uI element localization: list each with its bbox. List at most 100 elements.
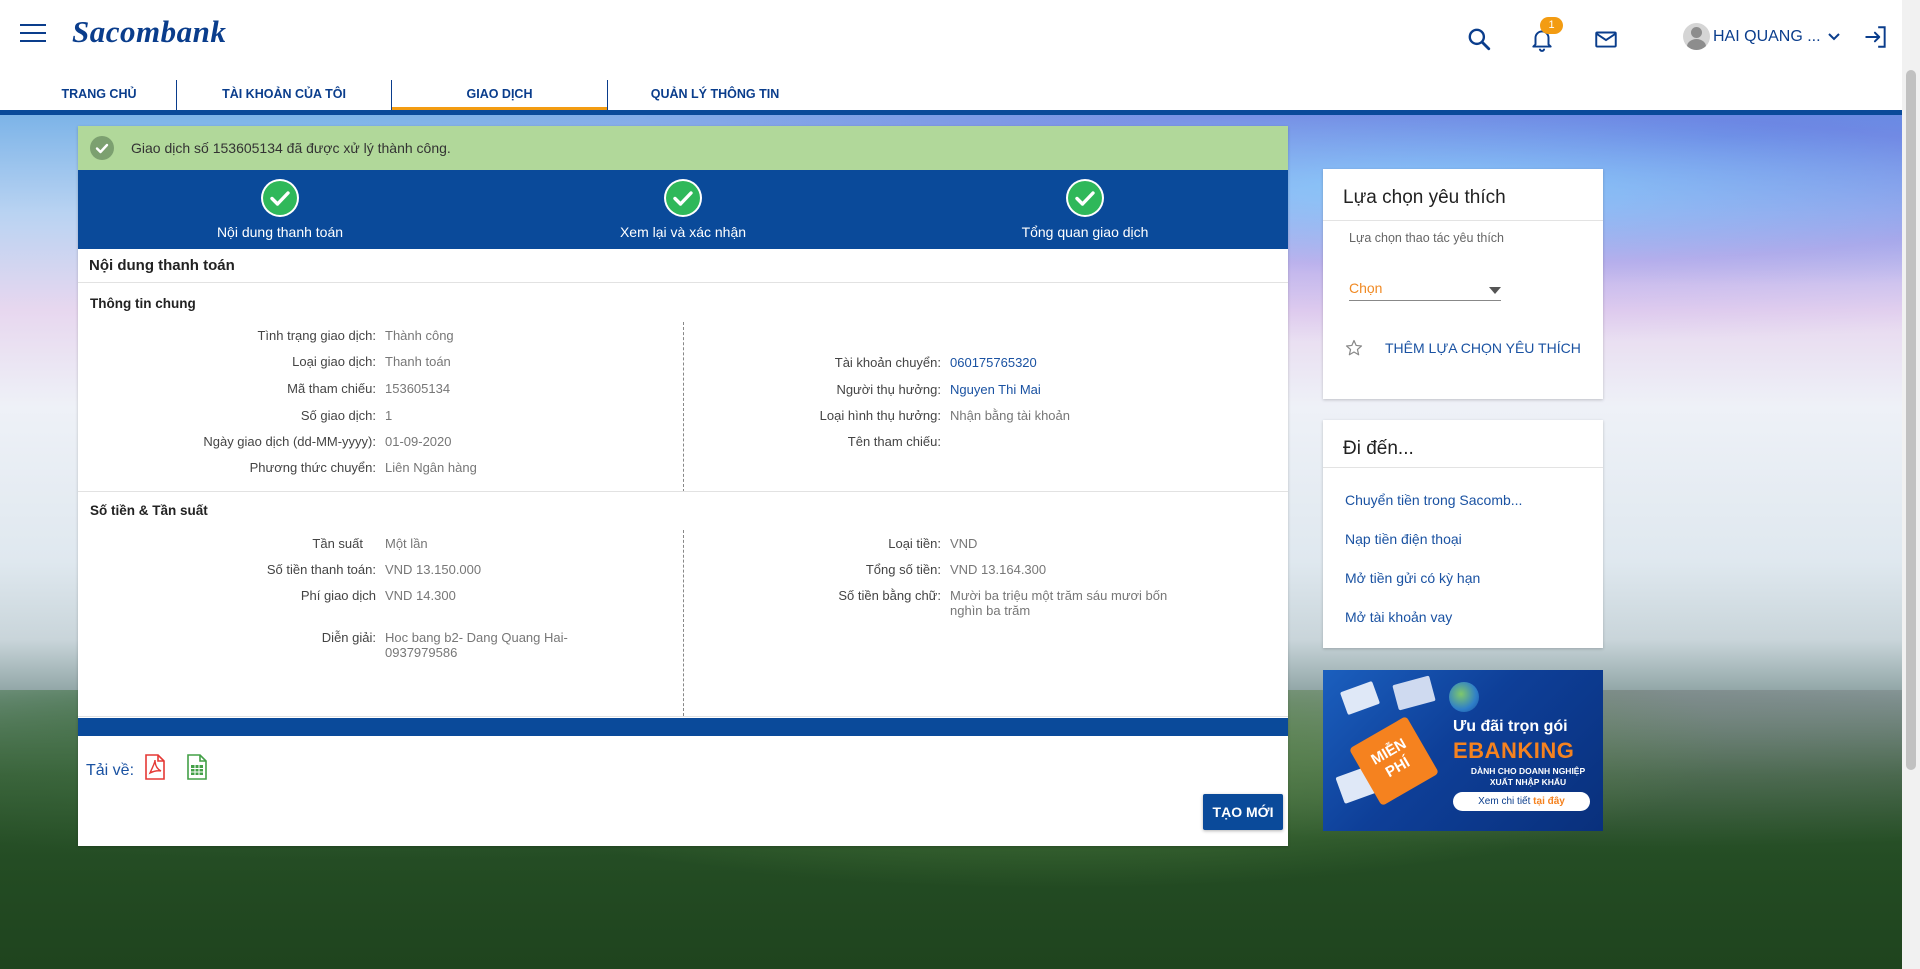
tab-transactions[interactable]: GIAO DỊCH (392, 78, 607, 110)
divider (1323, 467, 1603, 468)
username[interactable]: HAI QUANG ... (1713, 28, 1821, 46)
general-info-title: Thông tin chung (90, 296, 196, 311)
favorites-title: Lựa chọn yêu thích (1343, 187, 1506, 208)
field-label: Tổng số tiền: (865, 562, 941, 577)
check-icon (1066, 179, 1104, 217)
check-icon (261, 179, 299, 217)
search-icon[interactable] (1466, 26, 1492, 52)
favorites-hint: Lựa chọn thao tác yêu thích (1349, 231, 1504, 245)
goto-title: Đi đến... (1343, 438, 1414, 459)
section-title: Nội dung thanh toán (89, 257, 235, 274)
laptop-illustration (1339, 680, 1381, 716)
frequency: Một lần (385, 536, 428, 551)
field-label: Mã tham chiếu: (287, 381, 376, 396)
field-label: Phí giao dịch (300, 588, 376, 603)
panel-footer-bar (78, 718, 1288, 736)
beneficiary-type: Nhận bằng tài khoản (950, 408, 1070, 423)
favorites-select[interactable]: Chọn (1349, 279, 1501, 301)
banner-cta[interactable]: Xem chi tiết tại đây (1453, 792, 1590, 811)
step-label: Nội dung thanh toán (216, 224, 344, 240)
favorites-card: Lựa chọn yêu thích Lựa chọn thao tác yêu… (1323, 169, 1603, 399)
select-value: Chọn (1349, 280, 1383, 296)
field-label: Loại tiền: (888, 536, 941, 551)
payment-amount: VND 13.150.000 (385, 562, 482, 577)
field-label: Tài khoản chuyển: (834, 355, 941, 370)
menu-icon[interactable] (20, 24, 46, 44)
globe-icon (1449, 682, 1479, 712)
logout-icon[interactable] (1863, 24, 1889, 50)
description: Hoc bang b2- Dang Quang Hai-0937979586 (385, 630, 568, 660)
field-label: Phương thức chuyển: (249, 460, 376, 475)
dropdown-arrow-icon (1489, 287, 1501, 294)
field-label: Người thụ hưởng: (836, 382, 941, 397)
create-new-button[interactable]: TẠO MỚI (1203, 794, 1283, 830)
tab-home[interactable]: TRANG CHỦ (22, 78, 176, 110)
field-label: Tần suất (312, 536, 363, 551)
top-header: Sacombank 1 HAI QUANG ... TRANG CHỦ TÀI … (0, 0, 1902, 115)
field-label: Ngày giao dịch (dd-MM-yyyy): (203, 434, 376, 449)
transaction-type: Thanh toán (385, 354, 451, 369)
promo-banner[interactable]: MIỄN PHÍ Ưu đãi trọn gói EBANKING DÀNH C… (1323, 670, 1603, 831)
currency: VND (950, 536, 978, 551)
banner-title: Ưu đãi trọn gói (1453, 718, 1568, 735)
column-divider (683, 322, 684, 492)
download-label: Tải về: (86, 762, 135, 779)
field-label: Loại giao dịch: (292, 354, 376, 369)
divider (78, 716, 1288, 717)
reference-code: 153605134 (385, 381, 451, 396)
divider (78, 282, 1288, 283)
transaction-status: Thành công (385, 328, 454, 343)
transaction-fee: VND 14.300 (385, 588, 456, 603)
divider (1323, 220, 1603, 221)
field-label: Tên tham chiếu: (847, 434, 941, 449)
tab-info-management[interactable]: QUẢN LÝ THÔNG TIN (608, 78, 822, 110)
step-label: Xem lại và xác nhận (619, 224, 747, 240)
cta-prefix: Xem chi tiết (1478, 796, 1531, 807)
field-label: Loại hình thụ hưởng: (819, 408, 941, 423)
field-label: Diễn giải: (321, 630, 376, 645)
check-circle-icon (90, 136, 114, 160)
step-label: Tổng quan giao dịch (1021, 224, 1149, 240)
banner-subtitle: DÀNH CHO DOANH NGHIỆP XUẤT NHẬP KHẨU (1470, 766, 1586, 787)
field-label: Số tiền thanh toán: (266, 562, 376, 577)
goto-link-loan[interactable]: Mở tài khoản vay (1345, 609, 1452, 625)
cta-link[interactable]: tại đây (1533, 796, 1565, 807)
source-account[interactable]: 060175765320 (950, 355, 1037, 370)
user-avatar[interactable] (1683, 23, 1710, 50)
column-divider (683, 530, 684, 716)
goto-link-term-deposit[interactable]: Mở tiền gửi có kỳ hạn (1345, 570, 1480, 586)
scrollbar[interactable] (1902, 0, 1920, 969)
progress-steps: Nội dung thanh toán Xem lại và xác nhận … (78, 170, 1288, 249)
beneficiary-name: Nguyen Thi Mai (950, 382, 1041, 397)
check-icon (664, 179, 702, 217)
transaction-panel: Giao dịch số 153605134 đã được xử lý thà… (78, 126, 1288, 846)
amount-frequency-title: Số tiền & Tần suất (90, 503, 208, 518)
field-label: Số tiền bằng chữ: (838, 588, 941, 603)
field-label: Số giao dịch: (300, 408, 376, 423)
total-amount: VND 13.164.300 (950, 562, 1047, 577)
scrollbar-thumb[interactable] (1906, 70, 1916, 770)
laptop-illustration (1392, 675, 1436, 711)
goto-link-transfer[interactable]: Chuyển tiền trong Sacomb... (1345, 492, 1522, 508)
banner-brand: EBANKING (1453, 738, 1575, 763)
transaction-number: 1 (385, 408, 393, 423)
sacombank-logo[interactable]: Sacombank (72, 14, 226, 50)
add-favorite-label: THÊM LỰA CHỌN YÊU THÍCH (1385, 340, 1581, 356)
goto-link-topup[interactable]: Nạp tiền điện thoại (1345, 531, 1462, 547)
mail-icon[interactable] (1593, 26, 1619, 52)
success-message: Giao dịch số 153605134 đã được xử lý thà… (131, 140, 451, 156)
chevron-down-icon[interactable] (1827, 30, 1841, 44)
pdf-icon[interactable] (144, 754, 166, 780)
goto-card: Đi đến... Chuyển tiền trong Sacomb... Nạ… (1323, 420, 1603, 648)
transfer-method: Liên Ngân hàng (385, 460, 477, 475)
star-icon (1345, 339, 1363, 356)
success-alert: Giao dịch số 153605134 đã được xử lý thà… (78, 126, 1288, 170)
excel-icon[interactable] (186, 754, 208, 780)
tab-my-accounts[interactable]: TÀI KHOẢN CỦA TÔI (177, 78, 391, 110)
header-bottom-bar (0, 110, 1902, 115)
field-label: Tình trạng giao dịch: (257, 328, 376, 343)
transaction-date: 01-09-2020 (385, 434, 452, 449)
amount-in-words: Mười ba triệu một trăm sáu mươi bốn nghì… (950, 588, 1168, 618)
notification-badge: 1 (1540, 17, 1563, 34)
divider (78, 491, 1288, 492)
